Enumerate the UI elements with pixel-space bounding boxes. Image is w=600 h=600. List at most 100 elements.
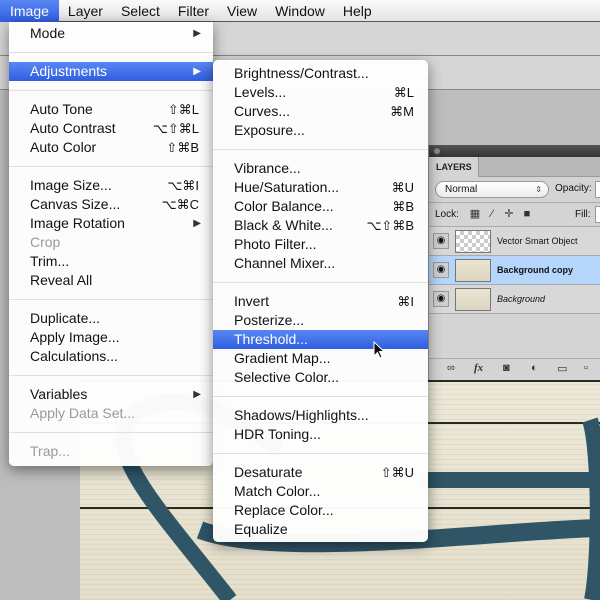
folder-icon[interactable]: ▭	[557, 362, 567, 375]
menu-item-hdr-toning[interactable]: HDR Toning...	[213, 425, 428, 444]
menu-item-label: Selective Color...	[234, 369, 340, 385]
menu-item-match-color[interactable]: Match Color...	[213, 482, 428, 501]
menu-separator	[213, 149, 428, 150]
visibility-eye-icon[interactable]: ◉	[433, 262, 449, 278]
transparency-lock-icon[interactable]: ▦	[469, 208, 481, 220]
layer-thumbnail	[455, 288, 491, 311]
menu-item-label: Threshold...	[234, 331, 308, 347]
visibility-eye-icon[interactable]: ◉	[433, 291, 449, 307]
menu-item-label: Auto Contrast	[30, 120, 116, 136]
menu-item-label: Exposure...	[234, 122, 305, 138]
submenu-arrow-icon: ▶	[193, 28, 201, 39]
adjustment-icon[interactable]: ◐	[531, 362, 538, 374]
menu-item-duplicate[interactable]: Duplicate...	[9, 309, 213, 328]
menu-item-levels[interactable]: Levels... ⌘L	[213, 83, 428, 102]
mask-icon[interactable]: ◙	[503, 362, 510, 374]
fill-field[interactable]	[595, 206, 600, 223]
menu-item-label: Match Color...	[234, 483, 321, 499]
menu-item-auto-contrast[interactable]: Auto Contrast ⌥⇧⌘L	[9, 119, 213, 138]
menu-item-channel-mixer[interactable]: Channel Mixer...	[213, 254, 428, 273]
menu-item-black-white[interactable]: Black & White... ⌥⇧⌘B	[213, 216, 428, 235]
menu-item-image-size[interactable]: Image Size... ⌥⌘I	[9, 176, 213, 195]
menu-item-auto-tone[interactable]: Auto Tone ⇧⌘L	[9, 100, 213, 119]
menu-item-photo-filter[interactable]: Photo Filter...	[213, 235, 428, 254]
menu-item-hue-saturation[interactable]: Hue/Saturation... ⌘U	[213, 178, 428, 197]
lock-label: Lock:	[435, 209, 459, 220]
menu-item-vibrance[interactable]: Vibrance...	[213, 159, 428, 178]
menu-item-color-balance[interactable]: Color Balance... ⌘B	[213, 197, 428, 216]
menu-item-trim[interactable]: Trim...	[9, 252, 213, 271]
move-lock-icon[interactable]: ✛	[503, 208, 515, 220]
layer-thumbnail	[455, 259, 491, 282]
menu-item-label: Brightness/Contrast...	[234, 65, 369, 81]
menu-item-equalize[interactable]: Equalize	[213, 520, 428, 539]
menu-item-desaturate[interactable]: Desaturate ⇧⌘U	[213, 463, 428, 482]
menu-view[interactable]: View	[218, 0, 266, 22]
opacity-field[interactable]	[595, 181, 600, 198]
menu-item-variables[interactable]: Variables ▶	[9, 385, 213, 404]
submenu-arrow-icon: ▶	[193, 389, 201, 400]
shortcut-label: ⇧⌘L	[167, 102, 199, 117]
menu-item-brightness-contrast[interactable]: Brightness/Contrast...	[213, 64, 428, 83]
menu-item-label: Duplicate...	[30, 310, 101, 326]
lock-row: Lock: ▦ ⁄ ✛ ■ Fill:	[429, 203, 600, 227]
menu-item-label: Photo Filter...	[234, 236, 317, 252]
menu-item-auto-color[interactable]: Auto Color ⇧⌘B	[9, 138, 213, 157]
menu-item-label: Color Balance...	[234, 198, 334, 214]
submenu-arrow-icon: ▶	[193, 66, 201, 77]
fx-icon[interactable]: fx	[474, 362, 483, 374]
tab-layers[interactable]: LAYERS	[429, 157, 479, 177]
new-layer-icon[interactable]: ▫	[584, 362, 588, 374]
menu-item-label: Equalize	[234, 521, 288, 537]
menu-layer[interactable]: Layer	[59, 0, 112, 22]
menu-item-invert[interactable]: Invert ⌘I	[213, 292, 428, 311]
layer-row[interactable]: ◉ Vector Smart Object	[429, 227, 600, 256]
menu-item-label: Trim...	[30, 253, 70, 269]
menu-help[interactable]: Help	[334, 0, 381, 22]
menu-item-trap: Trap...	[9, 442, 213, 461]
menu-item-canvas-size[interactable]: Canvas Size... ⌥⌘C	[9, 195, 213, 214]
menu-image[interactable]: Image	[0, 0, 59, 22]
menu-item-exposure[interactable]: Exposure...	[213, 121, 428, 140]
menu-separator	[9, 166, 213, 167]
menu-item-reveal-all[interactable]: Reveal All	[9, 271, 213, 290]
menu-item-label: Vibrance...	[234, 160, 301, 176]
menu-item-selective-color[interactable]: Selective Color...	[213, 368, 428, 387]
menu-separator	[9, 299, 213, 300]
shortcut-label: ⌘I	[397, 294, 414, 309]
menu-item-label: Auto Tone	[30, 101, 93, 117]
menu-item-apply-data-set: Apply Data Set...	[9, 404, 213, 423]
menu-item-image-rotation[interactable]: Image Rotation ▶	[9, 214, 213, 233]
link-icon[interactable]: ∞	[447, 362, 455, 374]
menu-item-curves[interactable]: Curves... ⌘M	[213, 102, 428, 121]
layer-row[interactable]: ◉ Background	[429, 285, 600, 314]
menu-item-gradient-map[interactable]: Gradient Map...	[213, 349, 428, 368]
menu-separator	[9, 375, 213, 376]
panel-titlebar[interactable]	[429, 145, 600, 157]
menu-separator	[9, 432, 213, 433]
menu-item-apply-image[interactable]: Apply Image...	[9, 328, 213, 347]
menu-filter[interactable]: Filter	[169, 0, 218, 22]
menu-item-shadows-highlights[interactable]: Shadows/Highlights...	[213, 406, 428, 425]
visibility-eye-icon[interactable]: ◉	[433, 233, 449, 249]
menu-item-replace-color[interactable]: Replace Color...	[213, 501, 428, 520]
adjustments-submenu: Brightness/Contrast... Levels... ⌘L Curves.…	[213, 60, 428, 542]
menu-item-mode[interactable]: Mode ▶	[9, 24, 213, 43]
close-panel-icon[interactable]	[433, 147, 441, 155]
menu-item-posterize[interactable]: Posterize...	[213, 311, 428, 330]
brush-lock-icon[interactable]: ⁄	[486, 208, 498, 220]
padlock-icon[interactable]: ■	[521, 208, 533, 220]
menu-select[interactable]: Select	[112, 0, 169, 22]
menu-item-label: Black & White...	[234, 217, 333, 233]
opacity-label: Opacity:	[555, 183, 592, 194]
menu-item-calculations[interactable]: Calculations...	[9, 347, 213, 366]
menu-item-adjustments[interactable]: Adjustments ▶	[9, 62, 213, 81]
blend-mode-select[interactable]: Normal ⇕	[435, 181, 549, 198]
layer-row[interactable]: ◉ Background copy	[429, 256, 600, 285]
panel-tabs: LAYERS	[429, 157, 600, 177]
menu-window[interactable]: Window	[266, 0, 334, 22]
menu-item-label: Shadows/Highlights...	[234, 407, 369, 423]
menu-item-label: Invert	[234, 293, 270, 309]
menu-separator	[213, 396, 428, 397]
menu-item-threshold[interactable]: Threshold...	[213, 330, 428, 349]
